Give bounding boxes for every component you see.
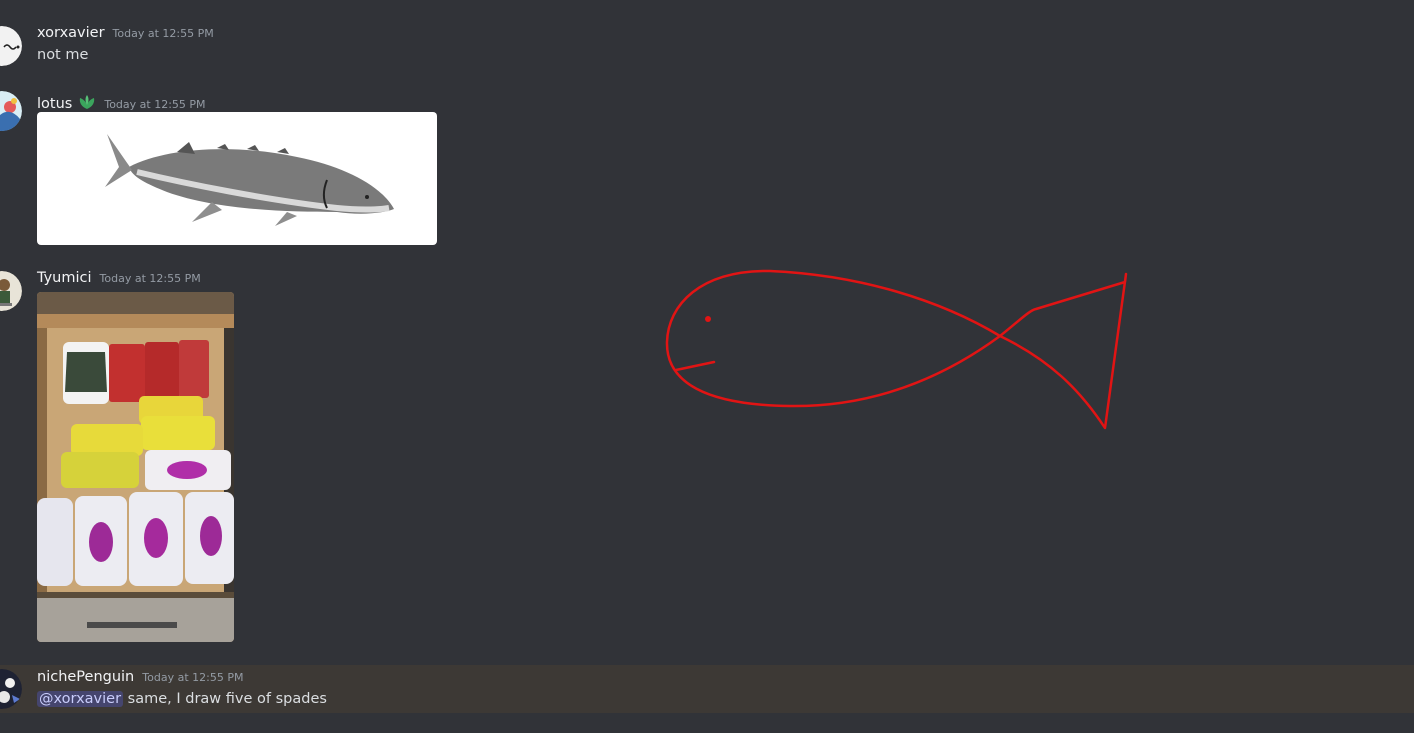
username[interactable]: lotus: [37, 96, 72, 112]
message-body: same, I draw five of spades: [123, 691, 327, 707]
timestamp: Today at 12:55 PM: [104, 98, 206, 111]
image-attachment-sturgeon[interactable]: [37, 112, 437, 245]
timestamp: Today at 12:55 PM: [99, 272, 201, 285]
sturgeon-image: [37, 112, 437, 245]
user-mention[interactable]: @xorxavier: [37, 691, 124, 707]
timestamp: Today at 12:55 PM: [142, 671, 244, 684]
message-nichepenguin[interactable]: nichePenguin Today at 12:55 PM @xorxavie…: [0, 669, 1414, 713]
message-tyumici[interactable]: Tyumici Today at 12:55 PM: [0, 269, 1414, 644]
avatar[interactable]: [0, 26, 22, 66]
sardine-tins-image: [37, 292, 234, 642]
image-attachment-sardine-tins[interactable]: [37, 292, 234, 642]
timestamp: Today at 12:55 PM: [112, 27, 214, 40]
message-xorxavier[interactable]: xorxavier Today at 12:55 PM not me: [0, 24, 1414, 74]
avatar[interactable]: [0, 271, 22, 311]
chat-messages: xorxavier Today at 12:55 PM not me lotus…: [0, 0, 1414, 733]
username[interactable]: Tyumici: [37, 270, 92, 286]
avatar[interactable]: [0, 91, 22, 131]
message-text: not me: [37, 47, 89, 63]
username[interactable]: xorxavier: [37, 25, 105, 41]
message-text: @xorxavier same, I draw five of spades: [37, 691, 327, 707]
lotus-leaf-icon: [78, 93, 96, 111]
message-lotus[interactable]: lotus Today at 12:55 PM: [0, 89, 1414, 249]
username[interactable]: nichePenguin: [37, 669, 134, 685]
avatar[interactable]: [0, 669, 22, 709]
